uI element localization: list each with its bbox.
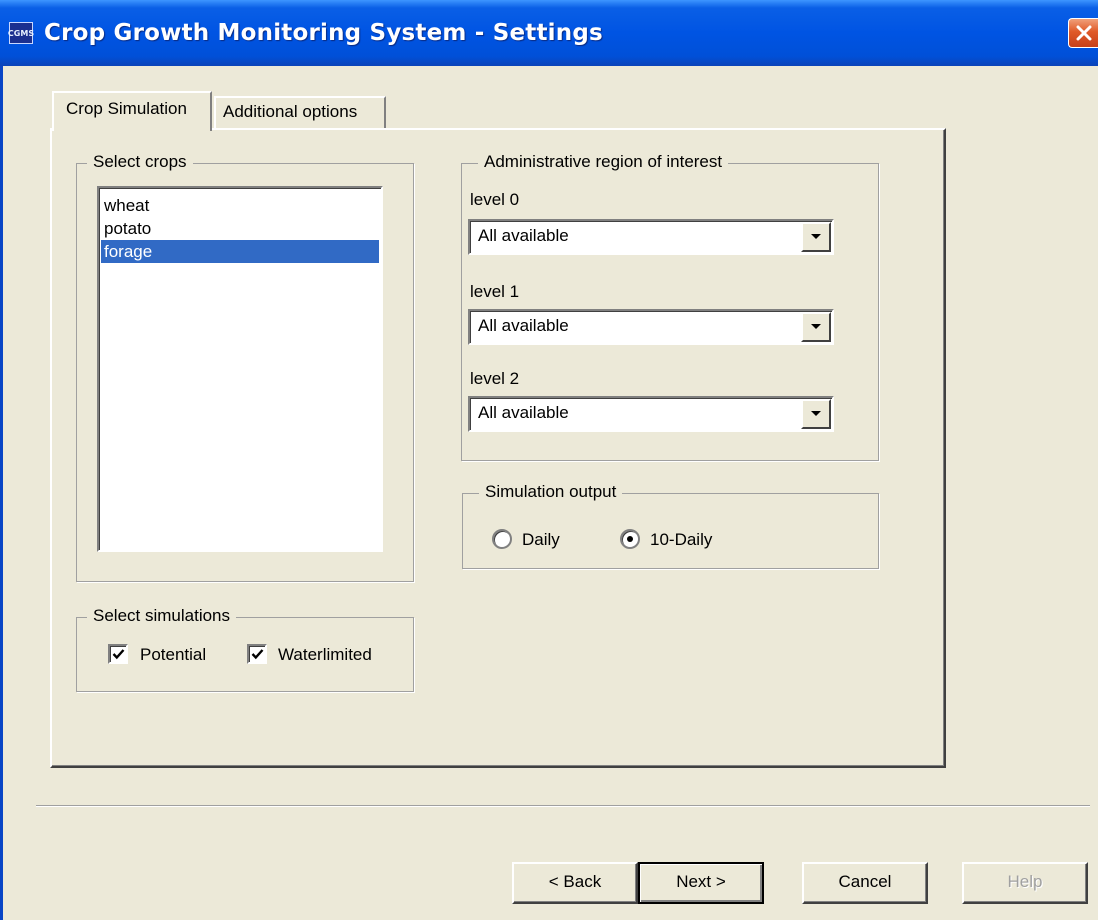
level-1-select[interactable]: All available (468, 309, 834, 345)
help-button[interactable]: Help (962, 862, 1088, 904)
select-simulations-legend: Select simulations (87, 606, 237, 626)
radio-dot-icon (627, 536, 633, 542)
ten-daily-radio[interactable] (620, 529, 640, 549)
level-1-label: level 1 (470, 282, 520, 301)
tab-additional-options[interactable]: Additional options (214, 96, 386, 128)
admin-region-legend: Administrative region of interest (478, 152, 729, 172)
next-button[interactable]: Next > (638, 862, 764, 904)
crop-item-label: potato (104, 219, 152, 238)
level-0-dropdown-button[interactable] (801, 222, 831, 252)
app-icon-text: CGMS (7, 28, 35, 38)
close-icon (1076, 25, 1092, 41)
tab-crop-simulation[interactable]: Crop Simulation (52, 91, 212, 131)
window-frame-left (0, 66, 3, 920)
crop-item-label: forage (104, 242, 153, 261)
next-button-label: Next > (676, 872, 726, 891)
waterlimited-label: Waterlimited (278, 645, 372, 664)
level-0-label: level 0 (470, 190, 520, 209)
daily-radio[interactable] (492, 529, 512, 549)
ten-daily-label: 10-Daily (650, 530, 713, 549)
crops-listbox[interactable]: wheat potato forage (97, 186, 383, 552)
cancel-button-label: Cancel (838, 872, 892, 891)
potential-checkbox[interactable] (108, 644, 128, 664)
select-crops-legend: Select crops (87, 152, 193, 172)
level-1-value: All available (478, 316, 569, 335)
checkmark-icon (251, 649, 264, 660)
title-bar[interactable]: CGMS Crop Growth Monitoring System - Set… (0, 0, 1098, 66)
level-2-value: All available (478, 403, 569, 422)
crop-item-label: wheat (104, 196, 150, 215)
crop-item-wheat[interactable]: wheat (101, 194, 379, 217)
crop-item-potato[interactable]: potato (101, 217, 379, 240)
back-button-label: < Back (548, 872, 602, 891)
cancel-button[interactable]: Cancel (802, 862, 928, 904)
window-title: Crop Growth Monitoring System - Settings (44, 20, 603, 46)
chevron-down-icon (811, 234, 821, 239)
crop-item-forage[interactable]: forage (101, 240, 379, 263)
level-2-select[interactable]: All available (468, 396, 834, 432)
waterlimited-checkbox[interactable] (247, 644, 267, 664)
chevron-down-icon (811, 324, 821, 329)
close-button[interactable] (1068, 18, 1098, 48)
simulation-output-legend: Simulation output (479, 482, 623, 502)
separator (36, 805, 1090, 807)
potential-label: Potential (140, 645, 207, 664)
level-2-label: level 2 (470, 369, 520, 388)
level-1-dropdown-button[interactable] (801, 312, 831, 342)
tab-crop-simulation-label: Crop Simulation (66, 99, 187, 118)
settings-window: CGMS Crop Growth Monitoring System - Set… (0, 0, 1098, 920)
app-icon: CGMS (7, 22, 35, 44)
help-button-label: Help (1007, 872, 1043, 891)
checkmark-icon (112, 649, 125, 660)
tab-additional-options-label: Additional options (223, 102, 358, 121)
chevron-down-icon (811, 411, 821, 416)
daily-label: Daily (522, 530, 560, 549)
level-0-value: All available (478, 226, 569, 245)
level-2-dropdown-button[interactable] (801, 399, 831, 429)
back-button[interactable]: < Back (512, 862, 638, 904)
level-0-select[interactable]: All available (468, 219, 834, 255)
